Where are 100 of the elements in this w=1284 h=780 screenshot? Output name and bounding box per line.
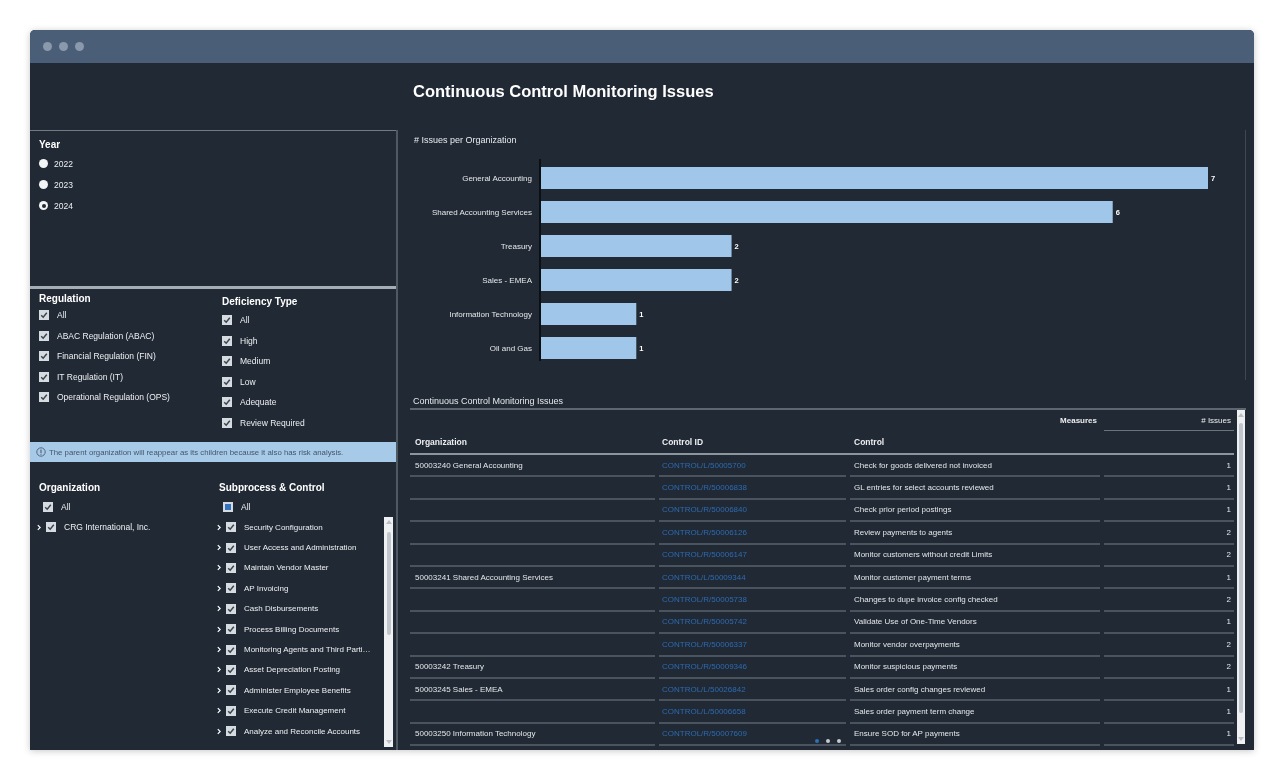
organization-name: 50003250 Information Technology bbox=[415, 729, 536, 739]
regulation-option[interactable]: IT Regulation (IT) bbox=[39, 366, 123, 387]
tree-item[interactable]: Monitoring Agents and Third Parti… bbox=[216, 639, 371, 660]
filter-heading: Regulation bbox=[39, 293, 91, 305]
chevron-icon[interactable] bbox=[37, 523, 41, 531]
checkbox[interactable] bbox=[39, 371, 49, 382]
scrollbar[interactable] bbox=[1237, 410, 1245, 744]
column-header: Control ID bbox=[662, 437, 704, 447]
checkbox[interactable] bbox=[226, 664, 236, 675]
select-all-option[interactable]: All bbox=[36, 497, 71, 517]
control-name: Monitor vendor overpayments bbox=[854, 639, 960, 649]
regulation-option[interactable]: Operational Regulation (OPS) bbox=[39, 387, 170, 408]
filter-heading: Organization bbox=[39, 482, 101, 494]
tree-item[interactable]: AP Invoicing bbox=[216, 578, 289, 599]
checkbox[interactable] bbox=[226, 624, 236, 635]
checkbox[interactable] bbox=[222, 417, 232, 428]
deficiency-option[interactable]: Adequate bbox=[222, 392, 277, 413]
organization-name: 50003240 General Accounting bbox=[415, 460, 523, 470]
checkbox[interactable] bbox=[226, 583, 236, 594]
deficiency-option[interactable]: Medium bbox=[222, 351, 271, 372]
radio-button[interactable] bbox=[39, 180, 48, 189]
deficiency-option[interactable]: All bbox=[222, 310, 250, 331]
tree-item[interactable]: Asset Depreciation Posting bbox=[216, 659, 341, 681]
category-label: Treasury bbox=[500, 242, 532, 251]
issue-count: 1 bbox=[1226, 617, 1231, 627]
radio-button[interactable] bbox=[39, 201, 48, 210]
chevron-icon[interactable] bbox=[217, 564, 221, 572]
checkbox[interactable] bbox=[39, 392, 49, 403]
regulation-option[interactable]: ABAC Regulation (ABAC) bbox=[39, 325, 155, 346]
control-name: Validate Use of One-Time Vendors bbox=[854, 617, 977, 627]
tree-item[interactable]: Maintain Vendor Master bbox=[216, 557, 329, 579]
issue-count: 2 bbox=[1226, 639, 1231, 649]
chevron-icon[interactable] bbox=[217, 523, 221, 531]
chevron-icon[interactable] bbox=[217, 584, 221, 592]
issue-count: 2 bbox=[1226, 595, 1231, 605]
deficiency-option[interactable]: High bbox=[222, 330, 258, 351]
page-dot-icon[interactable] bbox=[815, 739, 819, 743]
organization-name: 50003241 Shared Accounting Services bbox=[415, 572, 553, 582]
year-option[interactable]: 2024 bbox=[39, 195, 73, 216]
deficiency-option[interactable]: Review Required bbox=[222, 412, 305, 433]
tree-item[interactable]: Process Billing Documents bbox=[216, 618, 340, 640]
regulation-option[interactable]: Financial Regulation (FIN) bbox=[39, 346, 156, 367]
tree-item[interactable]: Administer Employee Benefits bbox=[216, 680, 351, 701]
year-option[interactable]: 2023 bbox=[39, 174, 73, 195]
checkbox[interactable] bbox=[222, 315, 232, 326]
regulation-option[interactable]: All bbox=[39, 305, 67, 326]
chevron-icon[interactable] bbox=[217, 605, 221, 613]
window-dot-icon bbox=[43, 42, 52, 51]
scrollbar-thumb[interactable] bbox=[1239, 423, 1243, 713]
checkbox[interactable] bbox=[226, 705, 236, 716]
checkbox[interactable] bbox=[222, 376, 232, 387]
year-option[interactable]: 2022 bbox=[39, 153, 73, 174]
issue-count: 1 bbox=[1226, 572, 1231, 582]
category-label: Information Technology bbox=[449, 310, 532, 319]
checkbox[interactable] bbox=[39, 310, 49, 321]
scrollbar[interactable] bbox=[384, 517, 393, 747]
filter-heading: Deficiency Type bbox=[222, 296, 298, 308]
control-name: Ensure SOD for AP payments bbox=[854, 729, 960, 739]
checkbox[interactable] bbox=[223, 502, 233, 512]
chevron-icon[interactable] bbox=[217, 707, 221, 715]
tree-item[interactable]: Analyze and Reconcile Accounts bbox=[216, 720, 361, 742]
checkbox[interactable] bbox=[39, 330, 49, 341]
tree-item[interactable]: User Access and Administration bbox=[216, 537, 357, 558]
tree-item[interactable]: Security Configuration bbox=[216, 517, 323, 538]
tree-item[interactable]: Execute Credit Management bbox=[216, 700, 346, 721]
deficiency-option[interactable]: Low bbox=[222, 371, 256, 392]
select-all-option[interactable]: All bbox=[216, 497, 251, 517]
category-label: General Accounting bbox=[462, 174, 532, 183]
checkbox[interactable] bbox=[222, 356, 232, 367]
checkbox[interactable] bbox=[226, 603, 236, 614]
chevron-icon[interactable] bbox=[217, 727, 221, 735]
tree-item[interactable]: Cash Disbursements bbox=[216, 598, 319, 619]
page-title: Continuous Control Monitoring Issues bbox=[413, 81, 714, 101]
chevron-icon[interactable] bbox=[217, 646, 221, 654]
tree-item[interactable]: CRG International, Inc. bbox=[36, 517, 151, 537]
checkbox[interactable] bbox=[43, 502, 53, 512]
issue-count: 1 bbox=[1226, 684, 1231, 694]
issue-count: 2 bbox=[1226, 550, 1231, 560]
checkbox[interactable] bbox=[222, 397, 232, 408]
checkbox[interactable] bbox=[39, 351, 49, 362]
checkbox[interactable] bbox=[226, 562, 236, 573]
scrollbar-thumb[interactable] bbox=[386, 532, 391, 635]
issue-count: 1 bbox=[1226, 707, 1231, 716]
checkbox[interactable] bbox=[226, 542, 236, 553]
window-dot-icon bbox=[59, 42, 68, 51]
checkbox[interactable] bbox=[222, 335, 232, 346]
page-dot-icon[interactable] bbox=[826, 739, 830, 743]
chevron-icon[interactable] bbox=[217, 686, 221, 694]
checkbox[interactable] bbox=[226, 522, 236, 533]
checkbox[interactable] bbox=[226, 644, 236, 655]
control-name: Check prior period postings bbox=[854, 505, 952, 515]
checkbox[interactable] bbox=[226, 726, 236, 737]
checkbox[interactable] bbox=[226, 685, 236, 696]
column-header: # Issues bbox=[1201, 415, 1231, 425]
chevron-icon[interactable] bbox=[217, 625, 221, 633]
chevron-icon[interactable] bbox=[217, 666, 221, 674]
chevron-icon[interactable] bbox=[217, 544, 221, 552]
checkbox[interactable] bbox=[46, 522, 56, 532]
page-dot-icon[interactable] bbox=[837, 739, 841, 743]
radio-button[interactable] bbox=[39, 159, 48, 168]
